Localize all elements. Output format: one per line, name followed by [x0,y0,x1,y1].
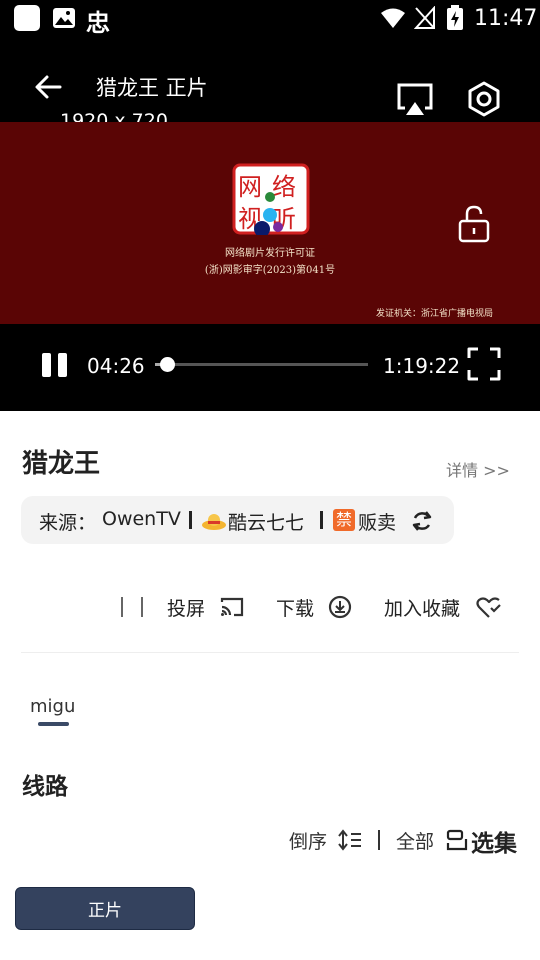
action-divider [141,597,143,617]
sort-label: 倒序 [289,831,328,853]
source-item-3[interactable]: 贩卖 [358,508,396,535]
episode-list-icon [446,829,468,851]
pause-icon[interactable] [41,352,69,378]
unlock-icon[interactable] [458,205,490,243]
prohibited-badge: 禁 [333,509,355,531]
battery-charging-icon [447,5,463,30]
source-name[interactable]: OwenTV [102,508,181,530]
current-time: 04:26 [87,354,145,378]
license-seal-logo: 网 络 视 听 [232,163,310,235]
refresh-icon[interactable] [411,509,433,533]
tab-active-indicator [38,722,69,726]
sort-icon [338,829,361,851]
settings-hexagon-icon[interactable] [466,81,502,117]
heart-check-icon [476,597,501,618]
download-icon [328,595,352,619]
source-selector[interactable]: 来源： OwenTV 酷云七七 禁 贩卖 [21,496,454,544]
select-episode-button[interactable]: 选集 [444,824,524,857]
select-label: 选集 [471,831,517,857]
seek-bar-thumb[interactable] [160,357,175,372]
tab-migu[interactable]: migu [30,696,75,717]
download-label: 下载 [276,598,315,620]
wifi-icon [381,8,405,28]
video-title: 猎龙王 [22,449,101,479]
fullscreen-icon[interactable] [467,347,501,381]
bug-icon: 忠 [86,9,110,37]
license-line-1: 网络剧片发行许可证 [225,248,315,259]
status-time: 11:47 [474,6,538,31]
source-item-2[interactable]: 酷云七七 [228,508,304,535]
seek-bar[interactable] [155,357,368,372]
license-line-2: (浙)网影审字(2023)第041号 [204,265,336,276]
video-frame[interactable]: 网 络 视 听 网络剧片发行许可证 (浙)网影审字(2023)第041号 发证机… [0,122,540,324]
svg-text:络: 络 [272,173,296,201]
episode-button[interactable]: 正片 [15,887,195,930]
cast-label: 投屏 [167,598,206,620]
all-button[interactable]: 全部 [396,827,434,854]
app-notification-icon [14,5,40,31]
routes-heading: 线路 [22,774,68,800]
action-divider [121,597,123,617]
back-arrow-icon[interactable] [34,73,62,101]
video-player[interactable]: 忠 11:47 猎龙王 正片 1920 x 720 网 络 视 听 网络剧片发行… [0,0,540,411]
no-signal-icon [414,6,435,29]
sort-reverse-button[interactable]: 倒序 [289,827,365,855]
airplay-icon[interactable] [396,82,434,118]
cast-icon [220,597,244,617]
duration: 1:19:22 [383,354,461,378]
cast-button[interactable]: 投屏 [167,594,247,622]
routes-divider [378,830,380,850]
straw-hat-icon [202,514,226,530]
gallery-icon [53,8,75,28]
source-divider [320,511,323,529]
favorite-label: 加入收藏 [384,598,461,620]
favorite-button[interactable]: 加入收藏 [384,594,508,622]
source-prefix: 来源： [39,512,97,534]
svg-text:网: 网 [238,173,262,201]
details-link[interactable]: 详情 >> [446,457,510,481]
section-divider [21,652,519,653]
license-issuer: 发证机关：浙江省广播电视局 [376,309,494,319]
player-title: 猎龙王 正片 [96,76,208,100]
source-divider [189,511,192,529]
download-button[interactable]: 下载 [276,594,356,622]
